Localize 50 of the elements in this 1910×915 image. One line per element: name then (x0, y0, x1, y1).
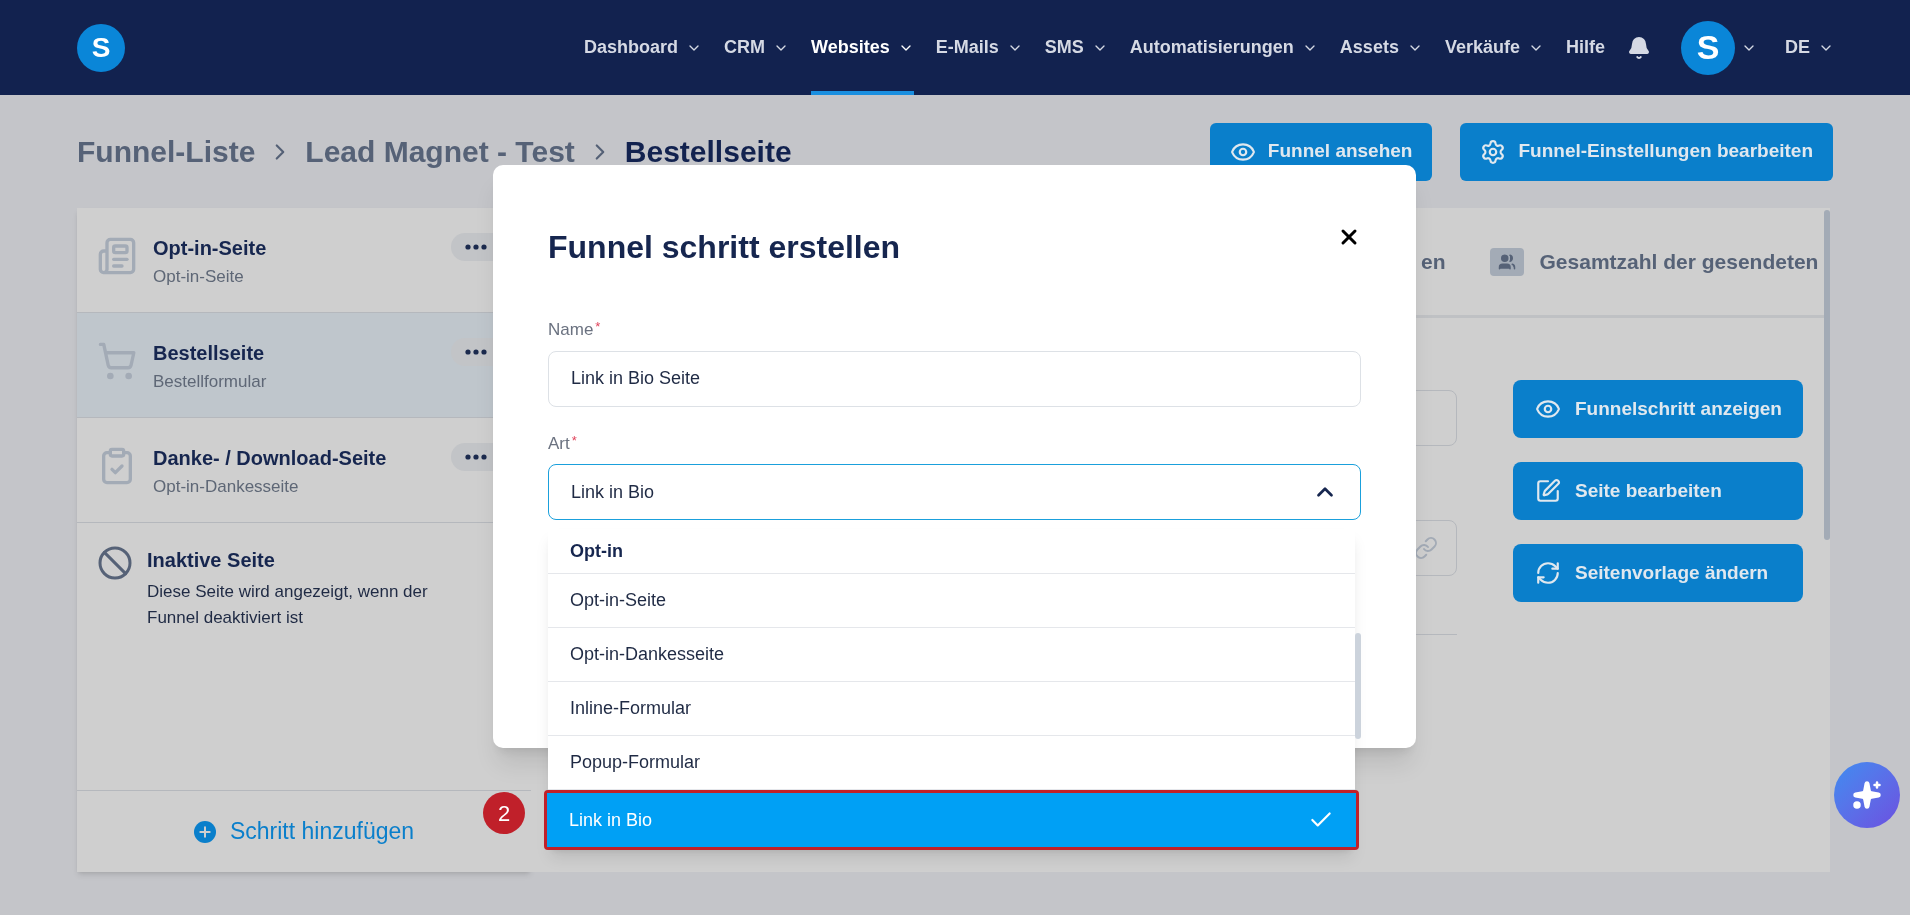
field-label: Art (548, 432, 570, 455)
nav-menu-item[interactable]: Automatisierungen (1129, 0, 1318, 95)
step-title: Opt-in-Seite (153, 236, 267, 260)
edit-icon (1535, 478, 1561, 504)
dropdown-option[interactable]: Popup-Formular (548, 736, 1355, 790)
step-subtitle: Opt-in-Dankesseite (153, 476, 300, 498)
notification-bell-icon[interactable] (1627, 35, 1651, 60)
breadcrumb-item[interactable]: Funnel-Liste (77, 129, 256, 174)
cart-icon (97, 341, 137, 381)
dialog-title: Funnel schritt erstellen (548, 228, 901, 267)
breadcrumb-item: Bestellseite (624, 134, 792, 170)
inactive-page-title: Inaktive Seite (147, 548, 276, 573)
step-title: Bestellseite (153, 341, 266, 365)
more-icon (465, 454, 487, 460)
name-input-field[interactable]: Link in Bio Seite (548, 350, 1361, 407)
stats-tab[interactable]: Gesamtzahl der gesendeten (1539, 245, 1819, 278)
nav-menu-item[interactable]: Websites (811, 0, 914, 95)
nav-menu-item[interactable]: Verkäufe (1444, 0, 1544, 95)
type-select-field[interactable]: Link in Bio (548, 464, 1361, 520)
inactive-page-description: Diese Seite wird angezeigt, wenn der Funnel deaktiviert ist (147, 581, 429, 629)
form-page-icon (97, 236, 137, 276)
nav-menu-item[interactable]: Hilfe (1565, 0, 1605, 95)
breadcrumb-item[interactable]: Lead Magnet - Test (305, 129, 575, 174)
settings-icon (1480, 138, 1507, 165)
dropdown-option[interactable]: Inline-Formular (548, 682, 1355, 736)
step-subtitle: Opt-in-Seite (153, 266, 245, 288)
link-icon (1414, 536, 1438, 560)
users-icon (1489, 247, 1524, 276)
more-icon (465, 349, 487, 355)
sparkles-icon (1852, 780, 1882, 810)
nav-menu-item[interactable]: E-Mails (935, 0, 1023, 95)
logo[interactable]: S (77, 23, 125, 72)
nav-menu-item[interactable]: Assets (1339, 0, 1423, 95)
user-avatar[interactable]: S (1681, 20, 1735, 75)
field-label: Name (548, 319, 594, 341)
step-subtitle: Bestellformular (153, 371, 267, 393)
inactive-icon (97, 545, 133, 581)
nav-menu-item[interactable]: Dashboard (584, 0, 703, 95)
nav-menu-item[interactable]: CRM (724, 0, 790, 95)
refresh-icon (1535, 560, 1561, 586)
stats-tab[interactable]: en (1421, 245, 1446, 278)
dropdown-option[interactable]: Opt-in-Seite (548, 574, 1355, 628)
dropdown-option[interactable]: Opt-in-Dankesseite (548, 628, 1355, 682)
nav-menu-item[interactable]: SMS (1044, 0, 1108, 95)
language-selector[interactable]: DE (1785, 34, 1834, 61)
dropdown-group-label: Opt-in (570, 539, 623, 563)
required-mark: * (595, 318, 601, 336)
step-title: Danke- / Download-Seite (153, 446, 387, 470)
more-icon (465, 244, 487, 250)
required-mark: * (571, 431, 577, 450)
